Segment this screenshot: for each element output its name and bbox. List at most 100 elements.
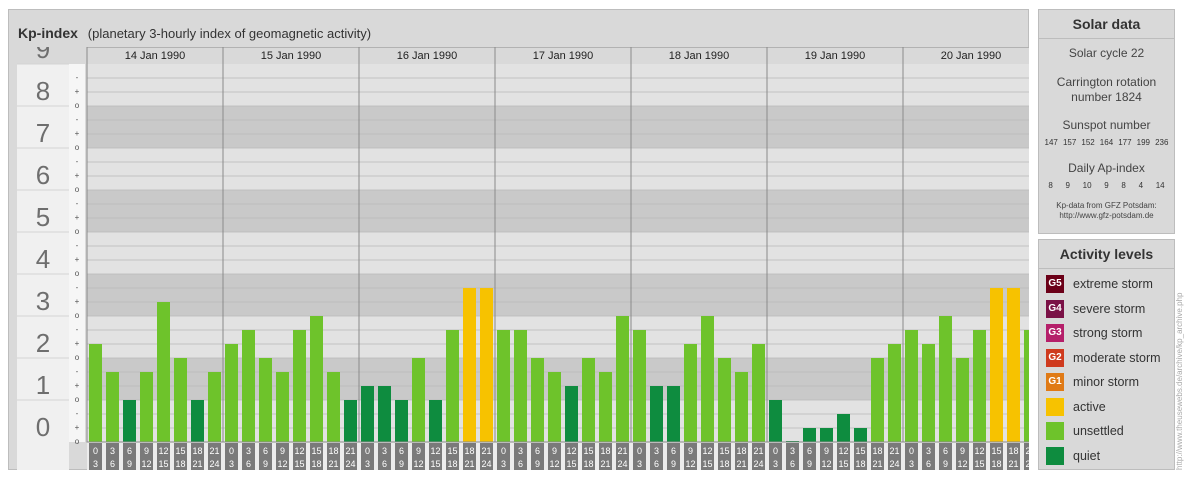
legend-item-extreme-storm: G5 extreme storm (1046, 274, 1153, 294)
legend-item-active: active (1046, 397, 1106, 417)
interval-start-label: 6 (535, 446, 540, 456)
kp-bar (752, 344, 765, 442)
kp-bar (446, 329, 459, 442)
ap-value: 8 (1121, 181, 1126, 190)
kp-chart-panel: Kp-index (planetary 3-hourly index of ge… (8, 9, 1029, 470)
interval-end-label: 18 (719, 459, 729, 469)
y-tick-label: 3 (36, 286, 50, 316)
interval-start-label: 3 (382, 446, 387, 456)
kp-bar (242, 329, 255, 442)
minor-tick-label: o (75, 311, 80, 320)
interval-start-label: 6 (399, 446, 404, 456)
y-tick-label: 4 (36, 244, 50, 274)
interval-end-label: 15 (158, 459, 168, 469)
legend-item-quiet: quiet (1046, 446, 1100, 466)
kp-bar (990, 287, 1003, 442)
kp-subtitle: (planetary 3-hourly index of geomagnetic… (87, 26, 372, 41)
legend-label: severe storm (1073, 301, 1146, 316)
y-tick-label: 2 (36, 328, 50, 358)
kp-bar (123, 400, 136, 442)
kp-bar (378, 386, 391, 442)
interval-start-label: 9 (416, 446, 421, 456)
legend-swatch: G1 (1046, 373, 1064, 391)
kp-bar (225, 344, 238, 442)
kp-bar (939, 316, 952, 442)
interval-end-label: 21 (736, 459, 746, 469)
interval-end-label: 21 (872, 459, 882, 469)
interval-end-label: 3 (93, 459, 98, 469)
kp-bar (327, 371, 340, 442)
interval-end-label: 12 (821, 459, 831, 469)
kp-bar (429, 400, 442, 442)
kp-bar (395, 400, 408, 442)
legend-item-minor-storm: G1 minor storm (1046, 372, 1139, 392)
kp-bar (956, 358, 969, 442)
kp-bar (888, 344, 901, 442)
credit-link[interactable]: http://www.gfz-potsdam.de (1039, 211, 1174, 221)
kp-bar (735, 371, 748, 442)
interval-end-label: 3 (637, 459, 642, 469)
minor-tick-label: o (75, 353, 80, 362)
minor-tick-label: + (75, 381, 80, 390)
kp-bar (412, 358, 425, 442)
interval-end-label: 6 (926, 459, 931, 469)
kp-bar (650, 386, 663, 442)
interval-start-label: 18 (328, 446, 338, 456)
solar-cycle: Solar cycle 22 (1068, 46, 1145, 60)
interval-start-label: 12 (974, 446, 984, 456)
interval-end-label: 6 (246, 459, 251, 469)
kp-bar (616, 316, 629, 442)
interval-start-label: 0 (637, 446, 642, 456)
kp-bar (922, 344, 935, 442)
kp-bar (1024, 329, 1029, 442)
interval-start-label: 9 (552, 446, 557, 456)
legend-label: quiet (1073, 448, 1101, 463)
interval-end-label: 6 (790, 459, 795, 469)
kp-bar (837, 413, 850, 442)
legend-swatch: G3 (1046, 324, 1064, 342)
kp-bar (548, 371, 561, 442)
interval-start-label: 18 (600, 446, 610, 456)
interval-start-label: 12 (838, 446, 848, 456)
interval-start-label: 6 (263, 446, 268, 456)
interval-start-label: 21 (889, 446, 899, 456)
interval-start-label: 0 (93, 446, 98, 456)
sunspot-value: 147 (1044, 138, 1058, 147)
kp-bar (820, 428, 833, 442)
interval-end-label: 15 (702, 459, 712, 469)
kp-bar (769, 400, 782, 442)
interval-start-label: 12 (158, 446, 168, 456)
legend-item-strong-storm: G3 strong storm (1046, 323, 1142, 343)
kp-bar (633, 329, 646, 442)
interval-end-label: 15 (294, 459, 304, 469)
interval-end-label: 9 (399, 459, 404, 469)
interval-start-label: 6 (943, 446, 948, 456)
legend-label: active (1073, 399, 1106, 414)
interval-start-label: 15 (311, 446, 321, 456)
interval-start-label: 3 (518, 446, 523, 456)
minor-tick-label: + (75, 213, 80, 222)
kp-bar (191, 400, 204, 442)
ap-title: Daily Ap-index (1068, 161, 1145, 175)
ap-value: 9 (1065, 181, 1070, 190)
interval-end-label: 3 (365, 459, 370, 469)
interval-end-label: 6 (654, 459, 659, 469)
minor-tick-label: - (76, 157, 79, 166)
interval-end-label: 3 (501, 459, 506, 469)
interval-end-label: 21 (600, 459, 610, 469)
interval-start-label: 3 (246, 446, 251, 456)
activity-levels-title: Activity levels (1039, 240, 1174, 269)
carrington-line-2: number 1824 (1071, 90, 1142, 104)
interval-end-label: 18 (447, 459, 457, 469)
interval-end-label: 12 (141, 459, 151, 469)
interval-end-label: 24 (617, 459, 627, 469)
carrington-line-1: Carrington rotation (1056, 75, 1157, 89)
kp-bar (310, 316, 323, 442)
interval-start-label: 0 (773, 446, 778, 456)
legend-swatch: G5 (1046, 275, 1064, 293)
interval-end-label: 12 (549, 459, 559, 469)
sunspot-value: 164 (1099, 138, 1114, 147)
kp-title: Kp-index (18, 25, 78, 41)
interval-start-label: 21 (753, 446, 763, 456)
kp-bar (497, 329, 510, 442)
